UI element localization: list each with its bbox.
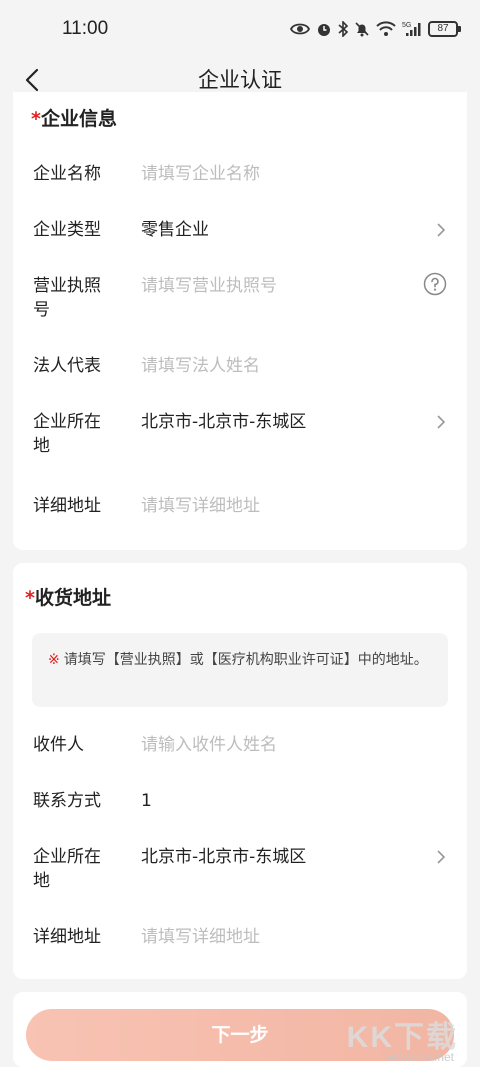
shipping-address-card: *收货地址 ※请填写【营业执照】或【医疗机构职业许可证】中的地址。 收件人 联系… bbox=[13, 563, 467, 979]
company-name-row: 企业名称 bbox=[13, 162, 467, 202]
chevron-right-icon bbox=[437, 223, 446, 237]
address-notice: ※ 请填写【营业执照】或【医疗机构职业许可证】中的地址。 bbox=[32, 633, 448, 707]
shipping-section-title-text: 收货地址 bbox=[34, 587, 111, 609]
shipping-location-label: 企业所在地 bbox=[33, 847, 101, 891]
company-type-row[interactable]: 企业类型 零售企业 bbox=[13, 218, 467, 258]
alarm-icon bbox=[318, 24, 330, 36]
help-icon[interactable] bbox=[423, 272, 447, 296]
company-location-value[interactable]: 北京市-北京市-东城区 bbox=[141, 410, 411, 434]
company-address-row: 详细地址 bbox=[13, 494, 467, 534]
shipping-address-label: 详细地址 bbox=[33, 927, 101, 947]
contact-label: 联系方式 bbox=[33, 791, 101, 811]
contact-input[interactable] bbox=[141, 789, 411, 813]
signal-icon: 5G bbox=[402, 22, 421, 36]
network-label: 5G bbox=[402, 22, 411, 29]
contact-row: 联系方式 bbox=[13, 789, 467, 829]
license-number-input[interactable] bbox=[141, 274, 411, 298]
company-section-title-text: 企业信息 bbox=[40, 108, 117, 130]
recipient-label: 收件人 bbox=[33, 735, 84, 755]
page-title: 企业认证 bbox=[198, 68, 282, 92]
company-type-label: 企业类型 bbox=[33, 220, 101, 240]
company-name-label: 企业名称 bbox=[33, 164, 101, 184]
mute-bell-icon bbox=[355, 22, 369, 37]
company-address-input[interactable] bbox=[141, 494, 411, 518]
notice-text: 请填写【营业执照】或【医疗机构职业许可证】中的地址。 bbox=[63, 652, 428, 668]
wifi-icon bbox=[376, 21, 396, 36]
battery-icon: 87 bbox=[428, 21, 461, 37]
eye-icon bbox=[290, 23, 310, 35]
recipient-row: 收件人 bbox=[13, 733, 467, 773]
status-icons: 5G 87 bbox=[290, 18, 461, 40]
bluetooth-icon bbox=[338, 21, 348, 37]
legal-rep-label: 法人代表 bbox=[33, 356, 101, 376]
shipping-location-value[interactable]: 北京市-北京市-东城区 bbox=[141, 845, 411, 869]
legal-rep-row: 法人代表 bbox=[13, 354, 467, 394]
required-mark: * bbox=[31, 108, 41, 130]
company-location-label: 企业所在地 bbox=[33, 412, 101, 456]
shipping-address-row: 详细地址 bbox=[13, 925, 467, 965]
required-mark: * bbox=[25, 587, 35, 609]
company-type-value[interactable]: 零售企业 bbox=[141, 218, 411, 242]
chevron-right-icon bbox=[437, 415, 446, 429]
company-section-title: *企业信息 bbox=[31, 104, 117, 131]
company-location-row[interactable]: 企业所在地 北京市-北京市-东城区 bbox=[13, 410, 467, 466]
shipping-address-input[interactable] bbox=[141, 925, 411, 949]
watermark-url: www.kkx.net bbox=[387, 1050, 454, 1064]
company-name-input[interactable] bbox=[141, 162, 411, 186]
license-number-label: 营业执照号 bbox=[33, 276, 101, 320]
legal-rep-input[interactable] bbox=[141, 354, 411, 378]
shipping-section-title: *收货地址 bbox=[25, 583, 111, 610]
recipient-input[interactable] bbox=[141, 733, 411, 757]
chevron-right-icon bbox=[437, 850, 446, 864]
license-number-row: 营业执照号 bbox=[13, 272, 467, 330]
status-bar: 11:00 5G 87 bbox=[0, 0, 480, 56]
notice-mark: ※ bbox=[48, 652, 60, 668]
status-time: 11:00 bbox=[62, 18, 109, 39]
company-address-label: 详细地址 bbox=[33, 496, 101, 516]
company-info-card: *企业信息 企业名称 企业类型 零售企业 营业执照号 法人代表 企业所在地 北京… bbox=[13, 92, 467, 550]
shipping-location-row[interactable]: 企业所在地 北京市-北京市-东城区 bbox=[13, 845, 467, 901]
